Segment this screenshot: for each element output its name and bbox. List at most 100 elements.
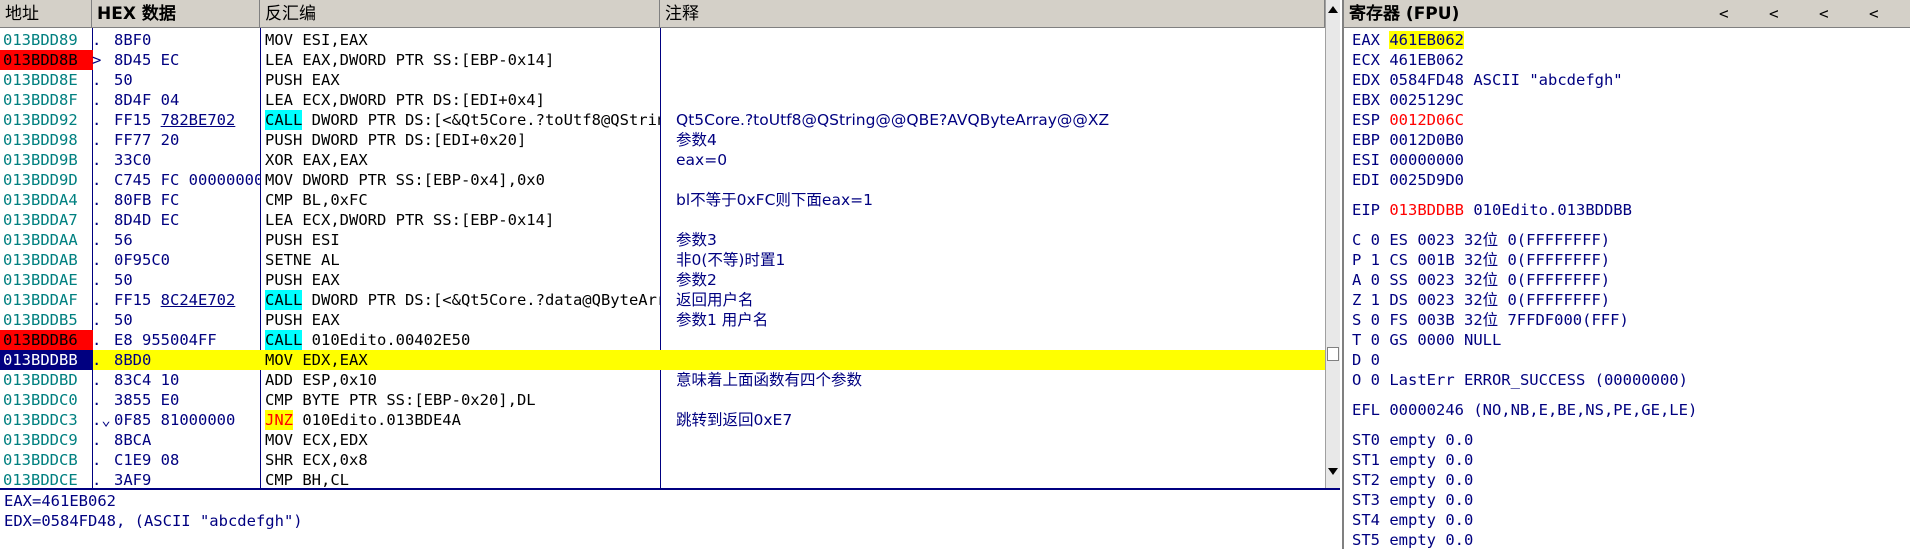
comment-cell[interactable] [676,90,1326,110]
disasm-cell[interactable]: CMP BL,0xFC [265,190,660,210]
instruction-row[interactable]: 013BDD8F. 8D4F 04 LEA ECX,DWORD PTR DS:[ED… [0,90,1325,110]
comment-cell[interactable]: 参数1 用户名 [676,310,1326,330]
register-row[interactable]: EAX 461EB062 [1352,30,1464,50]
register-row[interactable]: Z 1 DS 0023 32位 0(FFFFFFFF) [1352,290,1610,310]
hex-cell[interactable]: 8BD0 [114,350,260,370]
register-row[interactable]: EFL 00000246 (NO,NB,E,BE,NS,PE,GE,LE) [1352,400,1697,420]
register-row[interactable]: A 0 SS 0023 32位 0(FFFFFFFF) [1352,270,1610,290]
comment-cell[interactable] [676,30,1326,50]
hex-cell[interactable]: 50 [114,270,260,290]
instruction-row[interactable]: 013BDD9D. C745 FC 00000000 MOV DWORD PTR S… [0,170,1325,190]
comment-cell[interactable] [676,350,1326,370]
nav-button[interactable]: < [1769,4,1779,23]
hex-cell[interactable]: FF77 20 [114,130,260,150]
hex-cell[interactable]: 80FB FC [114,190,260,210]
register-row[interactable]: EDI 0025D9D0 [1352,170,1464,190]
register-row[interactable]: ST4 empty 0.0 [1352,510,1473,530]
address-cell[interactable]: 013BDDC9 [0,430,93,450]
address-cell[interactable]: 013BDD89 [0,30,93,50]
instruction-row[interactable]: 013BDD89. 8BF0 MOV ESI,EAX [0,30,1325,50]
disasm-cell[interactable]: LEA EAX,DWORD PTR SS:[EBP-0x14] [265,50,660,70]
register-value[interactable]: 0012D0B0 [1389,131,1464,149]
address-cell[interactable]: 013BDDCE [0,470,93,488]
register-value[interactable]: ST3 empty 0.0 [1352,491,1473,509]
hex-cell[interactable]: 0F85 81000000 [114,410,260,430]
register-row[interactable]: O 0 LastErr ERROR_SUCCESS (00000000) [1352,370,1688,390]
column-header-hex[interactable]: HEX 数据 [92,0,260,28]
comment-cell[interactable] [676,390,1326,410]
disasm-cell[interactable]: LEA ECX,DWORD PTR SS:[EBP-0x14] [265,210,660,230]
comment-cell[interactable] [676,430,1326,450]
disasm-cell[interactable]: CALL 010Edito.00402E50 [265,330,660,350]
register-value[interactable]: ST0 empty 0.0 [1352,431,1473,449]
register-row[interactable]: P 1 CS 001B 32位 0(FFFFFFFF) [1352,250,1610,270]
comment-cell[interactable]: Qt5Core.?toUtf8@QString@@QBE?AVQByteArra… [676,110,1326,130]
hex-cell[interactable]: E8 955004FF [114,330,260,350]
register-value[interactable]: Z 1 DS 0023 32位 0(FFFFFFFF) [1352,291,1610,309]
disasm-cell[interactable]: PUSH DWORD PTR DS:[EDI+0x20] [265,130,660,150]
nav-button[interactable]: < [1869,4,1879,23]
comment-cell[interactable]: 意味着上面函数有四个参数 [676,370,1326,390]
hex-cell[interactable]: 56 [114,230,260,250]
instruction-row[interactable]: 013BDDCB. C1E9 08 SHR ECX,0x8 [0,450,1325,470]
instruction-row[interactable]: 013BDDB5. 50 PUSH EAX 参数1 用户名 [0,310,1325,330]
address-cell[interactable]: 013BDDB5 [0,310,93,330]
register-row[interactable]: ESI 00000000 [1352,150,1464,170]
register-row[interactable]: ST5 empty 0.0 [1352,530,1473,549]
address-cell[interactable]: 013BDDA7 [0,210,93,230]
hex-cell[interactable]: 8BF0 [114,30,260,50]
disasm-cell[interactable]: MOV ESI,EAX [265,30,660,50]
address-cell[interactable]: 013BDDCB [0,450,93,470]
comment-cell[interactable]: 参数2 [676,270,1326,290]
comment-cell[interactable] [676,210,1326,230]
disasm-cell[interactable]: LEA ECX,DWORD PTR DS:[EDI+0x4] [265,90,660,110]
register-value[interactable]: 013BDDBB [1389,201,1464,219]
hex-cell[interactable]: FF15 8C24E702 [114,290,260,310]
disasm-cell[interactable]: PUSH EAX [265,310,660,330]
register-row[interactable]: EBP 0012D0B0 [1352,130,1464,150]
comment-cell[interactable]: 返回用户名 [676,290,1326,310]
address-cell[interactable]: 013BDD98 [0,130,93,150]
disasm-cell[interactable]: CMP BYTE PTR SS:[EBP-0x20],DL [265,390,660,410]
address-cell[interactable]: 013BDDB6 [0,330,93,350]
register-row[interactable]: ESP 0012D06C [1352,110,1464,130]
instruction-row[interactable]: 013BDDC3 .⌄ 0F85 81000000 JNZ 010Edito.013B… [0,410,1325,430]
disasm-cell[interactable]: MOV ECX,EDX [265,430,660,450]
address-cell[interactable]: 013BDDAE [0,270,93,290]
column-header-address[interactable]: 地址 [0,0,92,28]
instruction-row[interactable]: 013BDD98. FF77 20 PUSH DWORD PTR DS:[EDI+0… [0,130,1325,150]
register-value[interactable]: T 0 GS 0000 NULL [1352,331,1501,349]
hex-cell[interactable]: C1E9 08 [114,450,260,470]
register-row[interactable]: EBX 0025129C [1352,90,1464,110]
disasm-cell[interactable]: CALL DWORD PTR DS:[<&Qt5Core.?data@QByte… [265,290,660,310]
register-value[interactable]: O 0 LastErr ERROR_SUCCESS (00000000) [1352,371,1688,389]
register-row[interactable]: EIP 013BDDBB 010Edito.013BDDBB [1352,200,1632,220]
disasm-cell[interactable]: SHR ECX,0x8 [265,450,660,470]
hex-cell[interactable]: 8BCA [114,430,260,450]
register-value[interactable]: 461EB062 [1389,31,1464,49]
instruction-row[interactable]: 013BDDAB. 0F95C0 SETNE AL 非0(不等)时置1 [0,250,1325,270]
register-value[interactable]: 0584FD48 [1389,71,1464,89]
scroll-down-arrow-icon[interactable] [1328,468,1338,475]
comment-cell[interactable]: 参数4 [676,130,1326,150]
register-value[interactable]: 0025D9D0 [1389,171,1464,189]
disasm-cell[interactable]: CALL DWORD PTR DS:[<&Qt5Core.?toUtf8@QSt… [265,110,660,130]
register-value[interactable]: ST1 empty 0.0 [1352,451,1473,469]
instruction-row[interactable]: 013BDDA7. 8D4D EC LEA ECX,DWORD PTR SS:[EB… [0,210,1325,230]
register-value[interactable]: ST4 empty 0.0 [1352,511,1473,529]
register-value[interactable]: 461EB062 [1389,51,1464,69]
hex-cell[interactable]: C745 FC 00000000 [114,170,260,190]
register-row[interactable]: T 0 GS 0000 NULL [1352,330,1501,350]
register-value[interactable]: A 0 SS 0023 32位 0(FFFFFFFF) [1352,271,1610,289]
register-row[interactable]: D 0 [1352,350,1380,370]
instruction-row[interactable]: 013BDDBD. 83C4 10 ADD ESP,0x10 意味着上面函数有四个参数 [0,370,1325,390]
address-cell[interactable]: 013BDDA4 [0,190,93,210]
comment-cell[interactable] [676,450,1326,470]
instruction-row[interactable]: 013BDDAE. 50 PUSH EAX 参数2 [0,270,1325,290]
address-cell[interactable]: 013BDD9D [0,170,93,190]
hex-cell[interactable]: 0F95C0 [114,250,260,270]
disasm-cell[interactable]: PUSH EAX [265,270,660,290]
register-value[interactable]: 0012D06C [1389,111,1464,129]
hex-cell[interactable]: 33C0 [114,150,260,170]
instruction-row[interactable]: 013BDD92. FF15 782BE702 CALL DWORD PTR DS:… [0,110,1325,130]
